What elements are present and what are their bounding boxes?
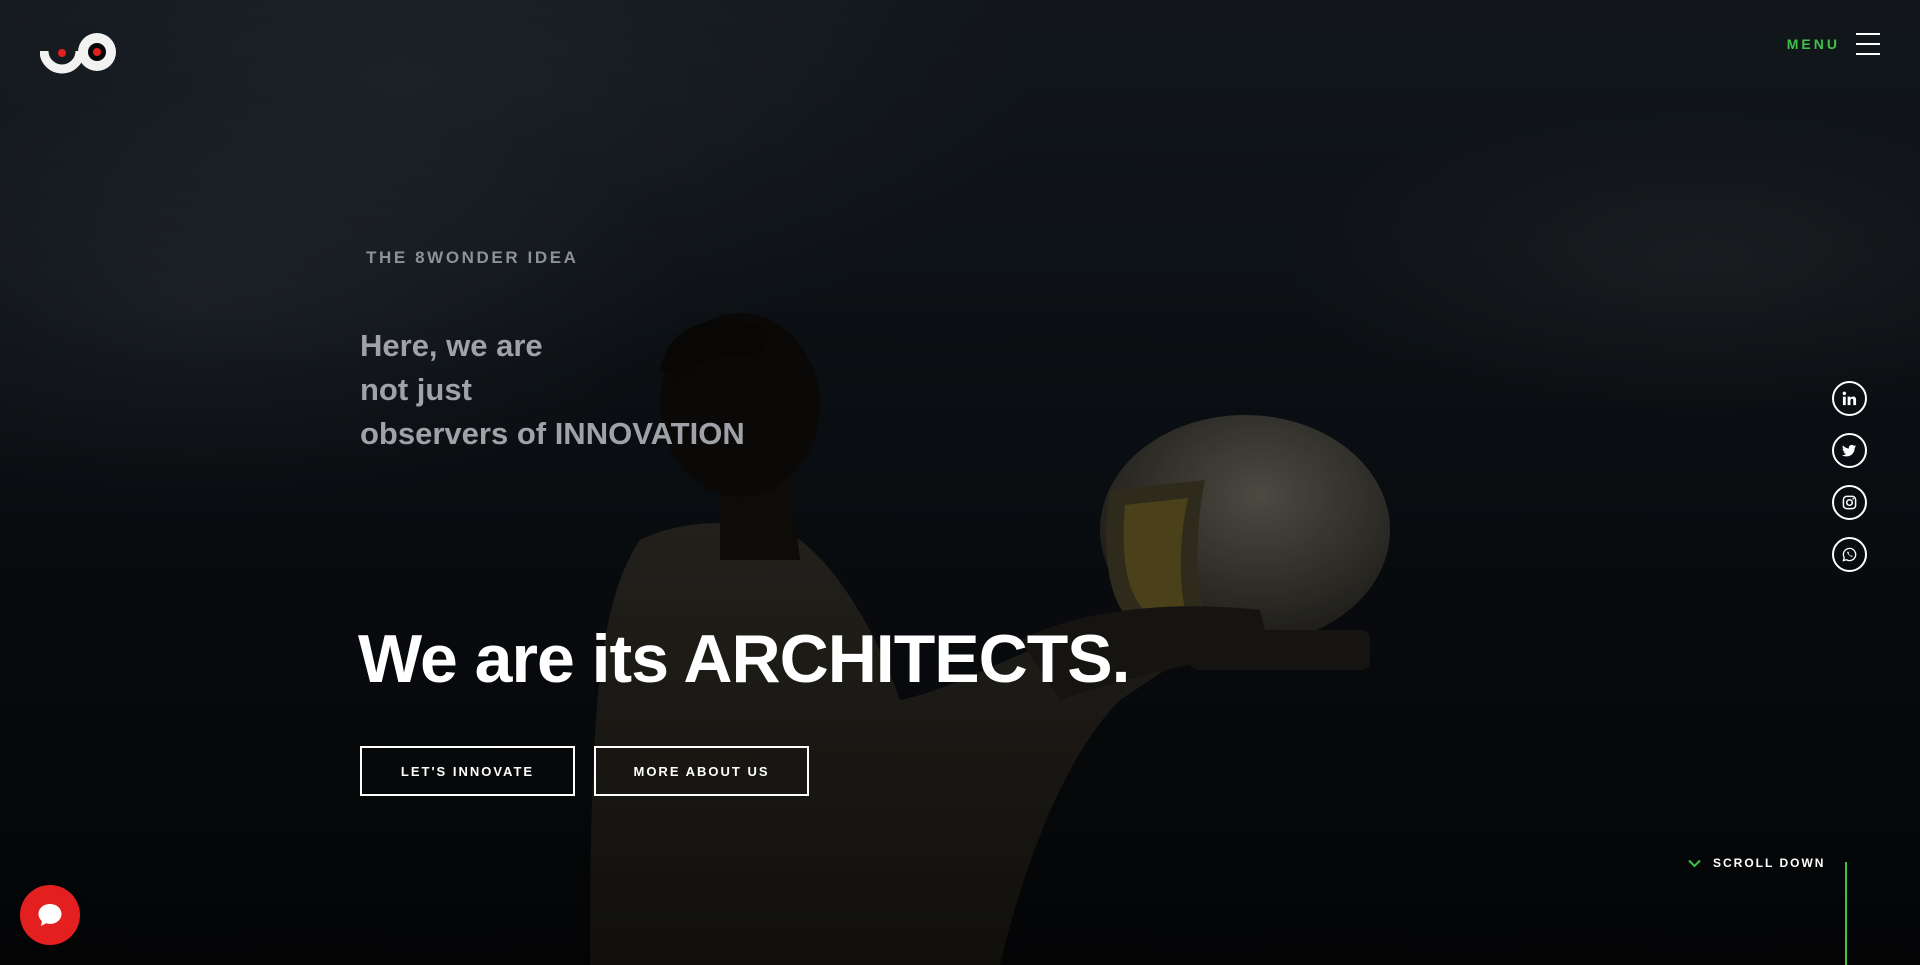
hero-headline: We are its ARCHITECTS.: [358, 621, 1130, 697]
scroll-indicator-line: [1845, 862, 1847, 965]
hero-lead: Here, we are not just observers of INNOV…: [360, 324, 745, 456]
more-about-us-button[interactable]: MORE ABOUT US: [594, 746, 809, 796]
hero-lead-line: Here, we are: [360, 328, 543, 363]
hamburger-icon: [1856, 33, 1880, 55]
linkedin-icon[interactable]: [1832, 381, 1867, 416]
hero-eyebrow: THE 8WONDER IDEA: [366, 248, 579, 267]
menu-toggle[interactable]: MENU: [1787, 33, 1880, 55]
hero-lead-line: observers of INNOVATION: [360, 416, 745, 451]
hero-section: MENU THE 8WONDER IDEA Here, we are not j…: [0, 0, 1920, 965]
scroll-down-label: SCROLL DOWN: [1713, 856, 1826, 870]
chat-widget-button[interactable]: [20, 885, 80, 945]
chat-bubble-icon: [38, 904, 62, 926]
twitter-icon[interactable]: [1832, 433, 1867, 468]
whatsapp-icon[interactable]: [1832, 537, 1867, 572]
hero-background-image: [0, 0, 1920, 965]
chevron-down-icon: [1688, 859, 1701, 867]
scroll-down-link[interactable]: SCROLL DOWN: [1688, 856, 1825, 870]
social-links: [1832, 381, 1867, 572]
lets-innovate-button[interactable]: LET'S INNOVATE: [360, 746, 575, 796]
instagram-icon[interactable]: [1832, 485, 1867, 520]
logo-icon[interactable]: [40, 29, 120, 75]
hero-lead-line: not just: [360, 372, 472, 407]
menu-label: MENU: [1786, 36, 1840, 52]
